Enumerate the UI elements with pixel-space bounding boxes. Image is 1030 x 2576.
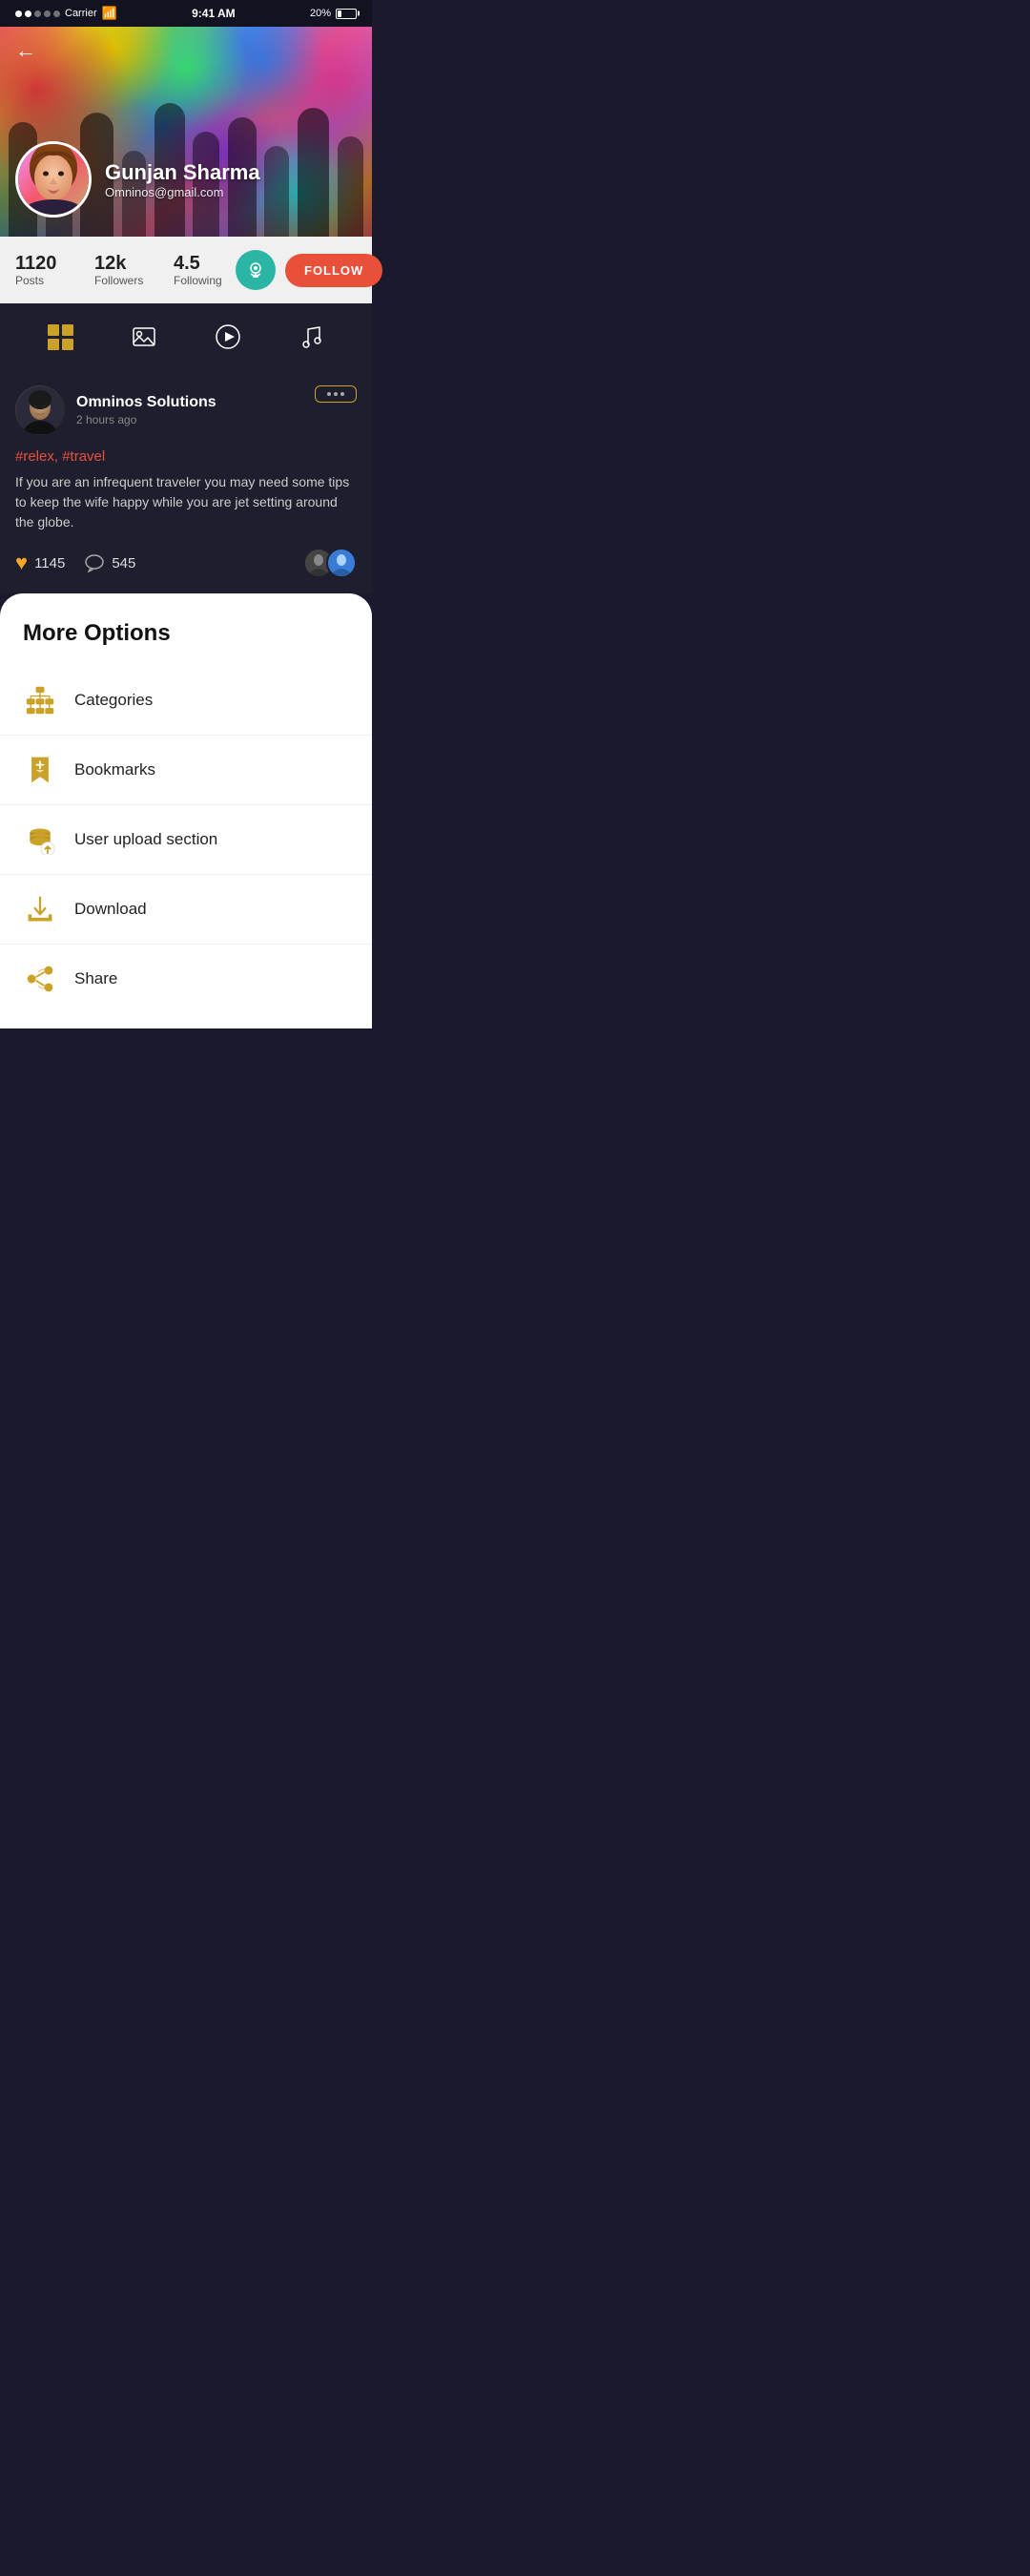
posts-count: 1120 [15,253,56,274]
followers-label: Followers [94,274,143,287]
status-right: 20% [310,8,357,19]
follow-button[interactable]: FOLLOW [285,254,382,287]
tab-music[interactable] [291,317,331,357]
battery-icon [336,9,357,19]
share-item[interactable]: Share [0,945,372,1013]
tabs-bar [0,303,372,370]
post-footer: ♥ 1145 545 [15,548,357,578]
like-action[interactable]: ♥ 1145 [15,551,65,575]
share-icon [23,962,57,996]
user-avatars [303,548,357,578]
following-count: 4.5 [174,253,200,274]
post-tags: #relex, #travel [15,448,357,465]
profile-info: Gunjan Sharma Omninos@gmail.com [15,141,260,218]
bookmarks-item[interactable]: Bookmarks [0,736,372,805]
profile-text: Gunjan Sharma Omninos@gmail.com [105,160,260,199]
battery-fill [338,10,341,17]
post-card: Omninos Solutions 2 hours ago #relex, #t… [0,370,372,593]
status-time: 9:41 AM [192,7,236,20]
message-button[interactable] [236,250,276,290]
bookmarks-label: Bookmarks [74,760,155,779]
avatar [15,141,92,218]
stat-followers: 12k Followers [94,253,147,287]
user-upload-label: User upload section [74,830,217,849]
signal-dot-3 [34,10,41,17]
download-label: Download [74,900,147,919]
status-bar: Carrier 📶 9:41 AM 20% [0,0,372,27]
followers-count: 12k [94,253,126,274]
download-item[interactable]: Download [0,875,372,945]
post-actions: ♥ 1145 545 [15,551,135,575]
signal-dot-1 [15,10,22,17]
back-button[interactable]: ← [15,38,36,63]
signal-dot-4 [44,10,51,17]
cover-section: ← [0,27,372,237]
profile-email: Omninos@gmail.com [105,185,260,199]
user-upload-item[interactable]: User upload section [0,805,372,875]
likes-count: 1145 [34,555,65,571]
battery-label: 20% [310,8,331,19]
profile-name: Gunjan Sharma [105,160,260,185]
categories-item[interactable]: Categories [0,666,372,736]
sheet-title: More Options [0,620,372,647]
stats-bar: 1120 Posts 12k Followers 4.5 Following F… [0,237,372,303]
post-avatar-image [15,385,65,435]
tab-image[interactable] [124,317,164,357]
bottom-sheet: More Options [0,593,372,1028]
share-label: Share [74,969,117,988]
tab-video[interactable] [208,317,248,357]
post-header: Omninos Solutions 2 hours ago [15,385,357,435]
heart-icon: ♥ [15,551,28,575]
post-author: Omninos Solutions 2 hours ago [15,385,216,435]
post-avatar [15,385,65,435]
post-author-info: Omninos Solutions 2 hours ago [76,394,216,426]
post-time: 2 hours ago [76,413,216,426]
wifi-icon: 📶 [102,6,117,21]
tab-grid[interactable] [41,317,81,357]
stats-actions: FOLLOW [236,250,382,290]
comment-action[interactable]: 545 [84,552,135,573]
status-left: Carrier 📶 [15,6,117,21]
bookmarks-icon [23,753,57,787]
post-text: If you are an infrequent traveler you ma… [15,472,357,532]
play-icon [214,322,242,351]
comments-count: 545 [112,555,135,571]
download-icon [23,892,57,926]
avatar-image [18,144,89,215]
signal-dot-2 [25,10,31,17]
grid-icon [48,324,73,350]
message-icon [246,260,265,280]
posts-label: Posts [15,274,44,287]
categories-icon [23,683,57,717]
categories-label: Categories [74,691,153,710]
music-icon [299,323,323,350]
post-author-name: Omninos Solutions [76,394,216,411]
stat-following: 4.5 Following [174,253,226,287]
more-options-button[interactable] [315,385,357,403]
signal-dot-5 [53,10,60,17]
stat-posts: 1120 Posts [15,253,68,287]
comment-icon [84,552,105,573]
signal-dots [15,10,60,17]
following-label: Following [174,274,222,287]
image-icon [131,323,157,350]
tiny-avatar-2 [326,548,357,578]
upload-icon [23,822,57,857]
carrier-label: Carrier [65,8,97,19]
